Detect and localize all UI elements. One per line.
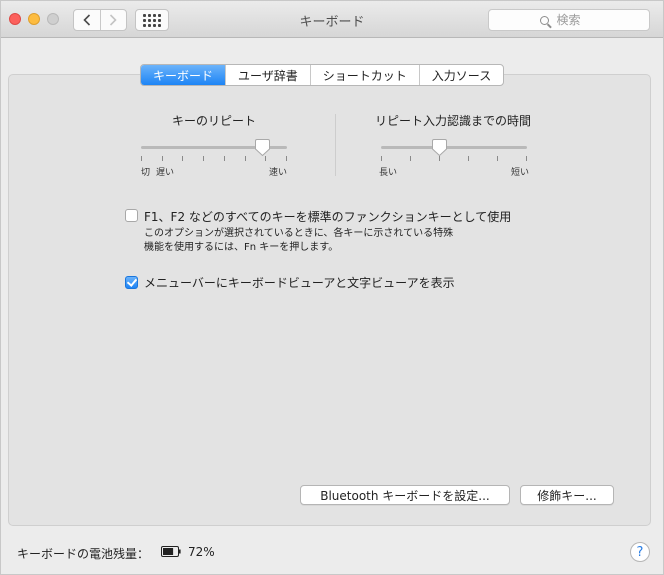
delay-tick xyxy=(497,156,498,161)
delay-label-long: 長い xyxy=(379,168,398,178)
setup-bluetooth-keyboard-button[interactable]: Bluetooth キーボードを設定... xyxy=(300,485,510,505)
fn-keys-description-line2: 機能を使用するには、Fn キーを押します。 xyxy=(144,242,339,253)
tab-shortcuts[interactable]: ショートカット xyxy=(311,65,420,85)
key-repeat-tick xyxy=(141,156,142,161)
key-repeat-tick xyxy=(265,156,266,161)
settings-panel xyxy=(8,74,651,526)
help-button[interactable]: ? xyxy=(630,542,650,562)
fn-keys-description-line1: このオプションが選択されているときに、各キーに示されている特殊 xyxy=(144,228,454,239)
key-repeat-label-fast: 速い xyxy=(269,168,288,178)
key-repeat-label-slow: 遅い xyxy=(156,168,175,178)
battery-percent: 72% xyxy=(188,545,215,559)
key-repeat-knob[interactable] xyxy=(254,139,270,156)
key-repeat-tick xyxy=(224,156,225,161)
delay-knob[interactable] xyxy=(431,139,447,156)
help-icon: ? xyxy=(636,544,644,560)
delay-tick xyxy=(439,156,440,161)
tab-user-dictionary[interactable]: ユーザ辞書 xyxy=(226,65,311,85)
fn-keys-label[interactable]: F1、F2 などのすべてのキーを標準のファンクションキーとして使用 xyxy=(144,208,511,225)
key-repeat-tick xyxy=(203,156,204,161)
key-repeat-tick xyxy=(286,156,287,161)
battery-level-label: キーボードの電池残量： xyxy=(17,547,150,561)
delay-until-repeat-track[interactable] xyxy=(381,146,527,149)
titlebar: キーボード xyxy=(1,1,663,38)
menubar-viewer-label[interactable]: メニューバーにキーボードビューアと文字ビューアを表示 xyxy=(144,274,455,291)
delay-tick xyxy=(468,156,469,161)
tab-input-sources[interactable]: 入力ソース xyxy=(420,65,503,85)
search-field[interactable] xyxy=(488,9,650,31)
delay-until-repeat-title: リピート入力認識までの時間 xyxy=(374,114,531,128)
tab-keyboard[interactable]: キーボード xyxy=(141,65,227,85)
battery-icon xyxy=(161,546,181,557)
key-repeat-tick xyxy=(182,156,183,161)
key-repeat-tick xyxy=(245,156,246,161)
key-repeat-label-off: 切 xyxy=(141,168,151,178)
delay-tick xyxy=(410,156,411,161)
key-repeat-tick xyxy=(162,156,163,161)
keyboard-preferences-window: キーボード キーボード ユーザ辞書 ショートカット 入力ソース キーのリピート … xyxy=(0,0,664,575)
search-input[interactable] xyxy=(554,12,599,28)
fn-keys-checkbox[interactable] xyxy=(125,209,138,222)
delay-tick xyxy=(526,156,527,161)
tab-bar: キーボード ユーザ辞書 ショートカット 入力ソース xyxy=(140,64,505,86)
delay-label-short: 短い xyxy=(511,168,530,178)
modifier-keys-button[interactable]: 修飾キー... xyxy=(520,485,614,505)
divider xyxy=(335,114,336,176)
search-icon xyxy=(539,15,549,25)
delay-tick xyxy=(381,156,382,161)
menubar-viewer-checkbox[interactable] xyxy=(125,276,138,289)
key-repeat-title: キーのリピート xyxy=(171,114,256,128)
